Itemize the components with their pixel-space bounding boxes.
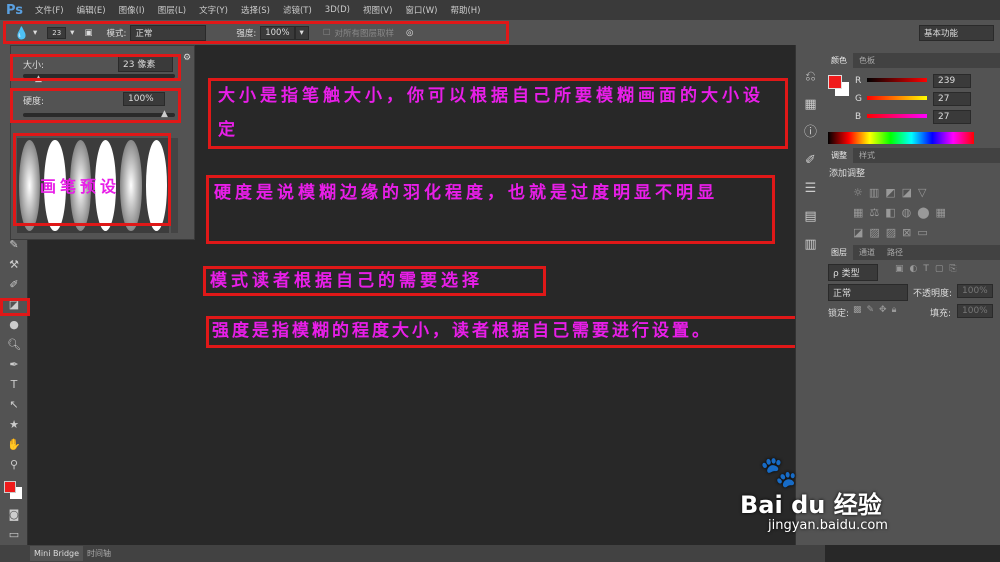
r-label: R [855, 76, 862, 86]
annotation-mode: 模式读者根据自己的需要选择 [210, 271, 483, 291]
r-slider[interactable] [867, 78, 927, 82]
zoom-tool-icon[interactable]: ⚲ [0, 455, 28, 475]
adjust-panel: 添加调整 ☼▥◩◪▽ ▦⚖◧◍⬤▦ ◪▨▨⊠▭ [825, 163, 1000, 245]
highlight-size [10, 54, 181, 81]
menu-3d[interactable]: 3D(D) [325, 5, 350, 15]
hand-tool-icon[interactable]: ✋ [0, 435, 28, 455]
tab-timeline[interactable]: 时间轴 [83, 545, 115, 562]
foreground-color[interactable] [4, 481, 16, 493]
menu-type[interactable]: 文字(Y) [199, 4, 228, 16]
annotation-hardness: 硬度是说模糊边缘的羽化程度，也就是过度明显不明显 [214, 183, 718, 203]
color-panel: R 239 G 27 B 27 [825, 68, 1000, 148]
color-spectrum[interactable] [828, 132, 974, 144]
tab-channels[interactable]: 通道 [853, 245, 881, 260]
lock-icons[interactable]: ▩✎✥🔒︎ [853, 305, 901, 315]
gear-icon[interactable]: ⚙ [183, 53, 191, 63]
tab-color[interactable]: 颜色 [825, 53, 853, 68]
pen-tool-icon[interactable]: ✒ [0, 355, 28, 375]
menu-bar: Ps 文件(F) 编辑(E) 图像(I) 图层(L) 文字(Y) 选择(S) 滤… [0, 0, 1000, 20]
lock-label: 锁定: [828, 309, 850, 319]
tab-mini-bridge[interactable]: Mini Bridge [30, 546, 84, 561]
tab-styles[interactable]: 样式 [853, 148, 881, 163]
ps-logo: Ps [6, 2, 24, 18]
blend-mode-select[interactable]: 正常 [828, 284, 908, 301]
preset-scrollbar[interactable] [171, 138, 178, 233]
color-tabs: 颜色 色板 [825, 53, 1000, 68]
highlight-hardness [10, 88, 181, 123]
fg-swatch[interactable] [828, 75, 842, 89]
tab-layers[interactable]: 图层 [825, 245, 853, 260]
menu-window[interactable]: 窗口(W) [405, 4, 437, 16]
tab-adjustments[interactable]: 调整 [825, 148, 853, 163]
menu-help[interactable]: 帮助(H) [450, 4, 480, 16]
b-slider[interactable] [867, 114, 927, 118]
tab-swatches[interactable]: 色板 [853, 53, 881, 68]
opacity-input[interactable]: 100% [957, 284, 993, 298]
notes-icon[interactable]: ▥ [796, 231, 825, 259]
r-input[interactable]: 239 [933, 74, 971, 88]
color-swatches[interactable] [0, 475, 27, 505]
b-label: B [855, 112, 862, 122]
annotation-strength: 强度是指模糊的程度大小，读者根据自己需要进行设置。 [212, 321, 712, 341]
menu-layer[interactable]: 图层(L) [158, 4, 186, 16]
g-slider[interactable] [867, 96, 927, 100]
baidu-watermark-brand: Bai du 经验 [740, 491, 882, 519]
type-tool-icon[interactable]: T [0, 375, 28, 395]
shape-tool-icon[interactable]: ★ [0, 415, 28, 435]
history-icon[interactable]: ⎌ [796, 63, 825, 91]
menu-image[interactable]: 图像(I) [119, 4, 145, 16]
quick-mask-icon[interactable]: ◙ [0, 505, 28, 525]
menu-view[interactable]: 视图(V) [363, 4, 392, 16]
bottom-panel-bar: Mini Bridge 时间轴 [0, 545, 825, 562]
b-input[interactable]: 27 [933, 110, 971, 124]
menu-edit[interactable]: 编辑(E) [77, 4, 106, 16]
annotation-size: 大小是指笔触大小，你可以根据自己所要模糊画面的大小设定 [218, 86, 764, 140]
info-icon[interactable]: ⓘ [796, 119, 825, 147]
g-input[interactable]: 27 [933, 92, 971, 106]
add-adjustment-title: 添加调整 [829, 169, 866, 179]
history-brush-icon[interactable]: ✐ [0, 275, 28, 295]
highlight-options-bar [3, 21, 509, 44]
tab-paths[interactable]: 路径 [881, 245, 909, 260]
layers-panel: ρ 类型 ▣◐T▢⎘ 正常 不透明度: 100% 锁定: ▩✎✥🔒︎ 填充: 1… [825, 260, 1000, 340]
right-panels: 颜色 色板 R 239 G 27 B 27 调整 样式 添加调整 ☼▥◩◪▽ ▦⚖… [825, 45, 1000, 545]
filter-icons[interactable]: ▣◐T▢⎘ [895, 264, 963, 274]
workspace-select[interactable]: 基本功能 [919, 24, 994, 41]
menu-filter[interactable]: 滤镜(T) [283, 4, 312, 16]
fill-input[interactable]: 100% [957, 304, 993, 318]
baidu-watermark-url: jingyan.baidu.com [768, 518, 888, 533]
layers-tabs: 图层 通道 路径 [825, 245, 1000, 260]
menu-file[interactable]: 文件(F) [35, 4, 64, 16]
properties-icon[interactable]: ▦ [796, 91, 825, 119]
adjust-tabs: 调整 样式 [825, 148, 1000, 163]
panel-dock: ⎌ ▦ ⓘ ✐ ☰ ▤ ▥ [795, 45, 825, 545]
opacity-label: 不透明度: [913, 289, 953, 299]
annotation-preset: 画笔预设 [40, 177, 121, 196]
g-label: G [855, 94, 862, 104]
menu-select[interactable]: 选择(S) [241, 4, 270, 16]
dodge-tool-icon[interactable]: 🔍︎ [0, 335, 28, 355]
layer-comps-icon[interactable]: ▤ [796, 203, 825, 231]
layer-filter-select[interactable]: ρ 类型 [828, 264, 878, 281]
stamp-tool-icon[interactable]: ⚒ [0, 255, 28, 275]
path-select-icon[interactable]: ↖ [0, 395, 28, 415]
fill-label: 填充: [930, 309, 952, 319]
brush-presets-icon[interactable]: ☰ [796, 175, 825, 203]
highlight-blur-tool [0, 298, 30, 316]
adjustment-icons[interactable]: ☼▥◩◪▽ ▦⚖◧◍⬤▦ ◪▨▨⊠▭ [853, 183, 996, 243]
screen-mode-icon[interactable]: ▭ [0, 525, 28, 545]
blur-tool-icon[interactable]: ● [0, 315, 28, 335]
brush-icon[interactable]: ✐ [796, 147, 825, 175]
